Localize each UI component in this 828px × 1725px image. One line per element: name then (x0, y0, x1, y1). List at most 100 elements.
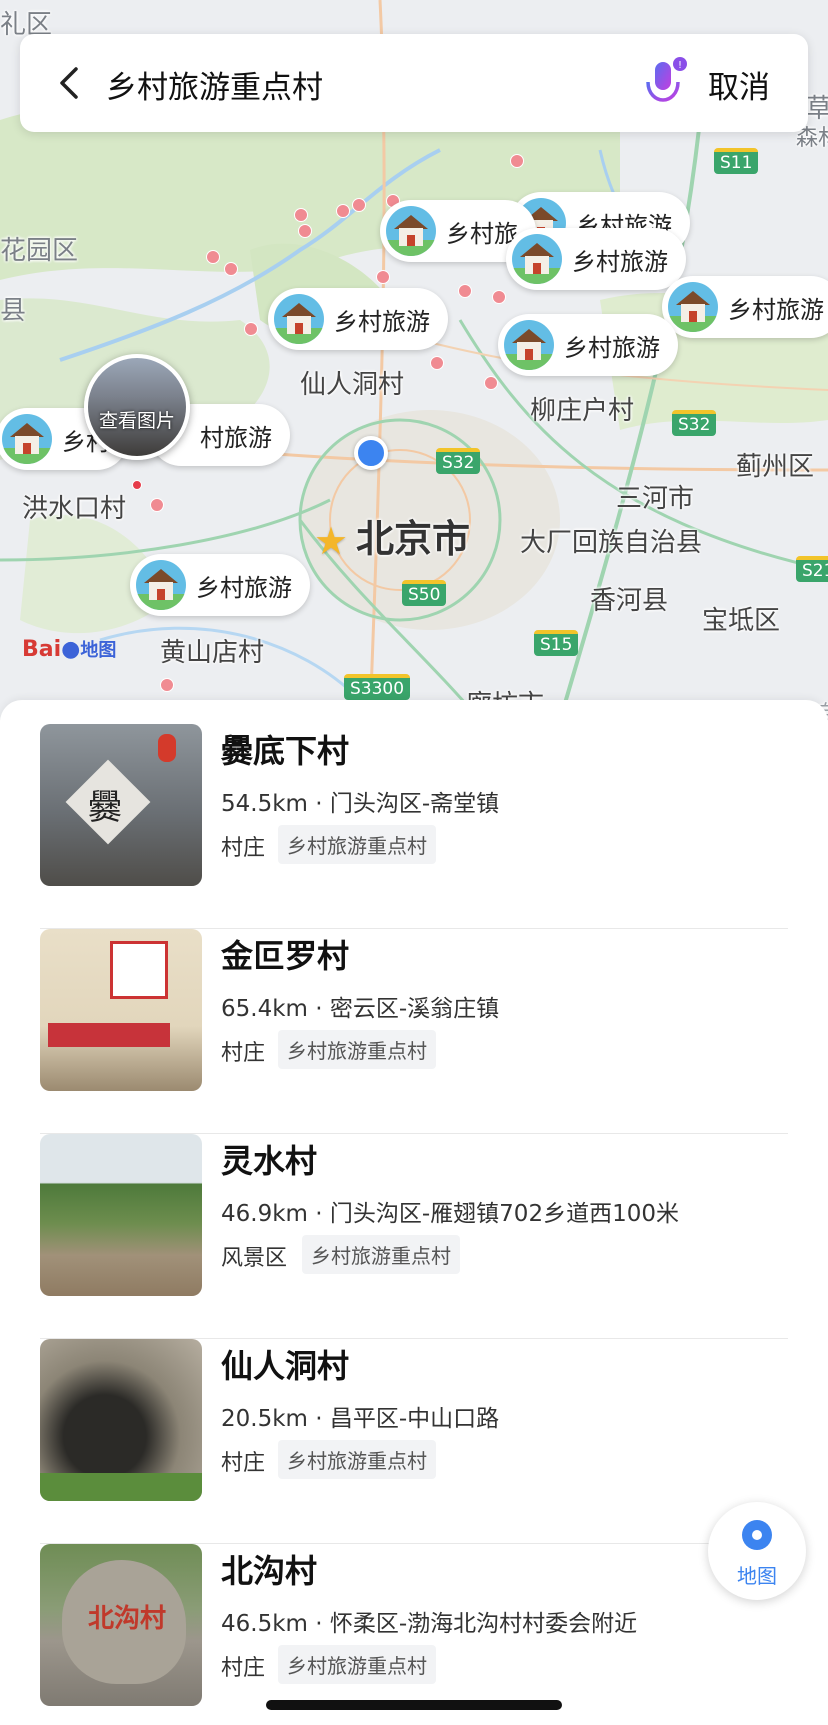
poi-dot[interactable] (150, 498, 164, 512)
road-badge: S32 (672, 410, 717, 436)
poi-dot[interactable] (484, 376, 498, 390)
result-address: 门头沟区-斋堂镇 (329, 791, 500, 817)
poi-label: 乡村旅游 (728, 295, 824, 324)
mountain-village-photo-icon (40, 1134, 202, 1296)
poi-label: 乡村旅 (446, 219, 518, 248)
poi-dot[interactable] (510, 154, 524, 168)
result-category: 村庄 (221, 1041, 266, 1066)
poi-dot[interactable] (206, 250, 220, 264)
map-edge-label: 花园区 (0, 236, 79, 266)
result-distance: 46.9km (221, 1201, 308, 1227)
result-name: 仙人洞村 (221, 1347, 350, 1385)
results-panel: 爨 爨底下村 54.5km · 门头沟区-斋堂镇 村庄 乡村旅游重点村 金叵罗村… (0, 700, 828, 1725)
village-house-icon (136, 560, 186, 610)
village-label[interactable]: 洪水口村 (22, 488, 126, 525)
map-edge-label: 县 (0, 296, 27, 326)
road-badge: S21 (796, 556, 828, 582)
result-item[interactable]: 爨 爨底下村 54.5km · 门头沟区-斋堂镇 村庄 乡村旅游重点村 (40, 724, 788, 929)
road-badge: S32 (436, 448, 481, 474)
poi-marker[interactable]: 乡村旅游 (130, 554, 310, 616)
poi-marker[interactable]: 乡村旅游 (498, 314, 678, 376)
result-category: 村庄 (221, 1656, 266, 1681)
result-category: 村庄 (221, 1451, 266, 1476)
logo-text: Bai (22, 637, 62, 662)
village-house-icon (2, 414, 52, 464)
poi-dot[interactable] (430, 356, 444, 370)
village-wall-photo-icon (40, 929, 202, 1091)
region-label: 三河市 (616, 484, 695, 514)
baidu-map-logo: Bai●地图 (22, 636, 116, 662)
search-query-text[interactable]: 乡村旅游重点村 (106, 62, 323, 107)
village-house-icon (386, 206, 436, 256)
poi-label: 乡村旅游 (196, 573, 292, 602)
result-meta: 20.5km · 昌平区-中山口路 (221, 1406, 500, 1432)
road-badge: S11 (714, 148, 759, 174)
poi-marker[interactable]: 乡村旅游 (506, 228, 686, 290)
village-label[interactable]: 黄山店村 (160, 632, 264, 669)
poi-dot[interactable] (492, 290, 506, 304)
result-category: 村庄 (221, 836, 266, 861)
result-meta: 65.4km · 密云区-溪翁庄镇 (221, 996, 500, 1022)
view-photo-label: 查看图片 (98, 409, 175, 432)
selected-poi-photo[interactable]: 查看图片 (84, 354, 190, 460)
village-house-icon (668, 282, 718, 332)
result-item[interactable]: 北沟村 北沟村 46.5km · 怀柔区-渤海北沟村村委会附近 村庄 乡村旅游重… (40, 1544, 788, 1724)
back-arrow-icon[interactable] (48, 61, 92, 105)
result-distance: 65.4km (221, 996, 308, 1022)
region-label: 大厂回族自治县 (520, 528, 703, 558)
capital-star-icon: ★ (314, 519, 349, 563)
result-tag: 乡村旅游重点村 (278, 1440, 436, 1479)
map-pin-icon (742, 1520, 772, 1550)
poi-dot[interactable] (376, 270, 390, 284)
road-badge: S15 (534, 630, 579, 656)
result-tag: 乡村旅游重点村 (278, 825, 436, 864)
result-name: 灵水村 (221, 1142, 318, 1180)
poi-dot[interactable] (352, 198, 366, 212)
result-meta: 46.5km · 怀柔区-渤海北沟村村委会附近 (221, 1611, 638, 1637)
region-label: 香河县 (590, 586, 669, 616)
result-meta: 54.5km · 门头沟区-斋堂镇 (221, 791, 500, 817)
poi-dot[interactable] (160, 678, 174, 692)
search-bar: 乡村旅游重点村 ! 取消 (20, 34, 808, 132)
result-meta: 46.9km · 门头沟区-雁翅镇702乡道西100米 (221, 1201, 679, 1227)
map-toggle-button[interactable]: 地图 (708, 1502, 806, 1600)
village-house-icon (512, 234, 562, 284)
microphone-icon[interactable]: ! (642, 56, 688, 112)
result-address: 密云区-溪翁庄镇 (329, 996, 500, 1022)
poi-marker[interactable]: 乡村旅游 (268, 288, 448, 350)
poi-label: 村旅游 (200, 423, 272, 452)
poi-dot[interactable] (224, 262, 238, 276)
poi-dot[interactable] (336, 204, 350, 218)
logo-text-map: 地图 (80, 640, 117, 661)
result-item[interactable]: 仙人洞村 20.5km · 昌平区-中山口路 村庄 乡村旅游重点村 (40, 1339, 788, 1544)
poi-dot[interactable] (294, 208, 308, 222)
village-label[interactable]: 仙人洞村 (300, 364, 404, 401)
region-label: 宝坻区 (702, 606, 781, 636)
selected-poi-dot[interactable] (132, 480, 142, 490)
result-address: 昌平区-中山口路 (329, 1406, 500, 1432)
village-label[interactable]: 柳庄户村 (530, 390, 634, 427)
logo-paw-icon: ● (61, 637, 81, 662)
result-tag: 乡村旅游重点村 (302, 1235, 460, 1274)
map-toggle-label: 地图 (737, 1564, 777, 1588)
poi-marker[interactable]: 乡村旅游 (662, 276, 828, 338)
poi-dot[interactable] (298, 224, 312, 238)
result-distance: 46.5km (221, 1611, 308, 1637)
result-item[interactable]: 金叵罗村 65.4km · 密云区-溪翁庄镇 村庄 乡村旅游重点村 (40, 929, 788, 1134)
poi-label: 乡村旅游 (564, 333, 660, 362)
result-item[interactable]: 灵水村 46.9km · 门头沟区-雁翅镇702乡道西100米 风景区 乡村旅游… (40, 1134, 788, 1339)
poi-dot[interactable] (458, 284, 472, 298)
cave-photo-icon (40, 1339, 202, 1501)
poi-label: 乡村旅游 (572, 247, 668, 276)
home-indicator[interactable] (266, 1700, 562, 1710)
poi-label: 乡村旅游 (334, 307, 430, 336)
result-tag: 乡村旅游重点村 (278, 1645, 436, 1684)
poi-dot[interactable] (244, 322, 258, 336)
result-name: 北沟村 (221, 1552, 318, 1590)
village-house-icon (504, 320, 554, 370)
location-pin-icon[interactable] (354, 436, 388, 470)
city-label: 北京市 (356, 517, 471, 561)
cancel-button[interactable]: 取消 (708, 62, 770, 107)
result-address: 怀柔区-渤海北沟村村委会附近 (329, 1611, 638, 1637)
result-name: 金叵罗村 (221, 937, 350, 975)
